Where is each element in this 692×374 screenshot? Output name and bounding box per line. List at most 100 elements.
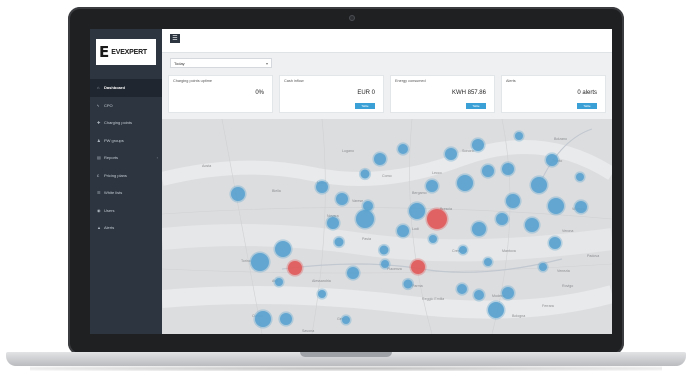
sidebar-item-dashboard[interactable]: ⌂ Dashboard: [90, 79, 162, 97]
cluster-marker[interactable]: [340, 314, 352, 326]
cluster-marker[interactable]: [482, 256, 494, 268]
sidebar-item-label: White lists: [104, 190, 123, 196]
kpi-card: Cash inflow EUR 0 Table: [279, 75, 384, 113]
menu-icon[interactable]: ☰: [170, 34, 180, 43]
cluster-marker[interactable]: [470, 137, 486, 153]
sidebar-item-label: Users: [104, 207, 115, 213]
cluster-marker[interactable]: [494, 211, 510, 227]
camera-icon: [349, 15, 355, 21]
sidebar-item-cpo[interactable]: ϟ CPO: [90, 97, 162, 115]
laptop-shadow: [30, 366, 662, 371]
cluster-marker[interactable]: [513, 130, 525, 142]
cluster-marker[interactable]: [529, 175, 549, 195]
cluster-marker[interactable]: [573, 199, 589, 215]
cluster-marker[interactable]: [500, 161, 516, 177]
cluster-marker[interactable]: [345, 265, 361, 281]
cluster-marker[interactable]: [500, 285, 516, 301]
cluster-marker[interactable]: [372, 151, 388, 167]
cluster-marker[interactable]: [395, 223, 411, 239]
cluster-marker[interactable]: [334, 191, 350, 207]
cluster-marker[interactable]: [537, 261, 549, 273]
kpi-card-value: 0 alerts: [577, 90, 597, 96]
cluster-marker[interactable]: [229, 185, 247, 203]
sidebar-item-alerts[interactable]: ▲ Alerts: [90, 219, 162, 237]
cluster-marker[interactable]: [427, 233, 439, 245]
cluster-marker[interactable]: [457, 244, 469, 256]
cluster-marker[interactable]: [546, 196, 566, 216]
sidebar-item-pw-groups[interactable]: ♟ PW groups: [90, 132, 162, 150]
cluster-marker[interactable]: [523, 216, 541, 234]
sidebar-item-label: Reports: [104, 155, 119, 161]
cluster-marker-alert[interactable]: [425, 207, 449, 231]
kpi-card-button[interactable]: Table: [577, 103, 597, 109]
bell-icon: ▲: [97, 225, 101, 231]
cluster-marker[interactable]: [316, 288, 328, 300]
cluster-marker[interactable]: [273, 276, 285, 288]
kpi-card: Charging points uptime 0%: [168, 75, 273, 113]
period-select-value: Today: [174, 60, 185, 66]
chevron-down-icon: ▾: [265, 60, 268, 66]
cluster-marker[interactable]: [314, 179, 330, 195]
kpi-card-title: Alerts: [506, 79, 516, 83]
sidebar: E EVEXPERT ⌂ Dashboard ϟ CPO ✚ Charging point…: [90, 29, 162, 334]
chevron-right-icon: ›: [156, 155, 158, 161]
cluster-marker[interactable]: [273, 239, 293, 259]
kpi-card-title: Energy consumed: [395, 79, 426, 83]
user-icon: ◉: [97, 207, 101, 213]
cluster-marker[interactable]: [407, 201, 427, 221]
cluster-marker[interactable]: [325, 215, 341, 231]
laptop-mockup: E EVEXPERT ⌂ Dashboard ϟ CPO ✚ Charging point…: [0, 0, 692, 374]
cluster-marker[interactable]: [249, 251, 271, 273]
cluster-marker[interactable]: [443, 146, 459, 162]
sidebar-item-charging-points[interactable]: ✚ Charging points: [90, 114, 162, 132]
cluster-marker[interactable]: [396, 142, 410, 156]
bolt-icon: ϟ: [97, 102, 100, 108]
logo-mark-icon: E: [99, 42, 110, 61]
list-icon: ☰: [97, 190, 101, 196]
sidebar-item-white-lists[interactable]: ☰ White lists: [90, 184, 162, 202]
sidebar-item-reports[interactable]: ▤ Reports ›: [90, 149, 162, 167]
logo-text: EVEXPERT: [111, 48, 147, 56]
kpi-card: Energy consumed KWH 857.86 Table: [390, 75, 495, 113]
cluster-marker-alert[interactable]: [409, 258, 427, 276]
users-icon: ♟: [97, 137, 101, 143]
kpi-card-button[interactable]: Table: [466, 103, 486, 109]
kpi-card-value: EUR 0: [357, 90, 375, 96]
cluster-marker[interactable]: [480, 163, 496, 179]
cluster-marker[interactable]: [424, 178, 440, 194]
cluster-marker[interactable]: [377, 243, 391, 257]
cluster-marker[interactable]: [544, 152, 560, 168]
kpi-card-title: Cash inflow: [284, 79, 304, 83]
cluster-marker[interactable]: [455, 282, 469, 296]
kpi-card: Alerts 0 alerts Table: [501, 75, 606, 113]
cluster-marker[interactable]: [379, 258, 391, 270]
cluster-marker-alert[interactable]: [286, 259, 304, 277]
cluster-marker[interactable]: [253, 309, 273, 329]
cluster-marker[interactable]: [332, 235, 346, 249]
period-select[interactable]: Today ▾: [170, 58, 272, 68]
sidebar-item-label: Pricing plans: [104, 172, 127, 178]
brand-logo[interactable]: E EVEXPERT: [96, 39, 156, 65]
cluster-marker[interactable]: [455, 173, 475, 193]
sidebar-item-pricing-plans[interactable]: £ Pricing plans: [90, 167, 162, 185]
cluster-marker[interactable]: [470, 220, 488, 238]
cluster-marker[interactable]: [401, 277, 415, 291]
kpi-card-title: Charging points uptime: [173, 79, 213, 83]
cluster-marker[interactable]: [486, 300, 506, 320]
kpi-cards: Charging points uptime 0% Cash inflow EUR 0…: [168, 75, 608, 113]
kpi-card-button[interactable]: Table: [355, 103, 375, 109]
sidebar-item-users[interactable]: ◉ Users: [90, 202, 162, 220]
map[interactable]: TorinoMilanoPiacenzaReggio EmiliaParmaGe…: [162, 119, 612, 334]
cluster-marker[interactable]: [574, 171, 586, 183]
cluster-marker[interactable]: [472, 288, 486, 302]
cluster-marker[interactable]: [547, 235, 563, 251]
home-icon: ⌂: [97, 85, 100, 91]
laptop-notch: [300, 352, 392, 357]
sidebar-nav: ⌂ Dashboard ϟ CPO ✚ Charging points ♟ PW groups…: [90, 79, 162, 237]
cluster-marker[interactable]: [278, 311, 294, 327]
cluster-marker[interactable]: [504, 192, 522, 210]
sidebar-item-label: Charging points: [104, 120, 133, 126]
cluster-marker[interactable]: [354, 208, 376, 230]
cluster-marker[interactable]: [358, 167, 372, 181]
topbar: ☰: [162, 29, 612, 53]
